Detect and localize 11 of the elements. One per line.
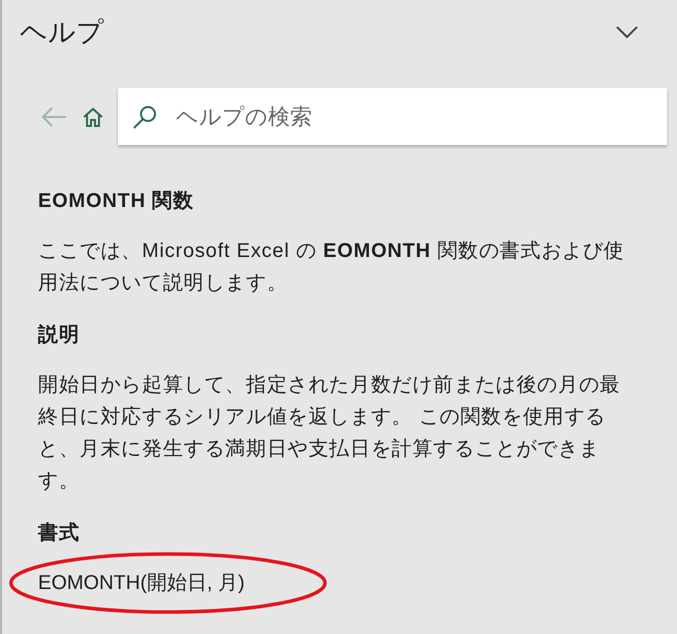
- pane-title: ヘルプ: [20, 16, 104, 49]
- search-field[interactable]: ヘルプの検索: [118, 88, 667, 145]
- chevron-down-icon[interactable]: [615, 25, 639, 39]
- section-heading: 説明: [38, 323, 81, 348]
- section-heading: 書式: [38, 521, 81, 546]
- intro-paragraph: ここでは、Microsoft Excel の EOMONTH 関数の書式および使用法について説明します。: [38, 239, 626, 296]
- section-paragraph: 開始日から起算して、指定された月数だけ前または後の月の最終日に対応するシリアル値を返します。 この関数を使用すると、月末に発生する満期日や支払日を計算することができます。: [38, 373, 622, 494]
- syntax-text: EOMONTH(開始日, 月): [38, 572, 245, 594]
- home-icon[interactable]: [82, 106, 104, 128]
- article-title: EOMONTH 関数: [38, 189, 195, 214]
- search-icon: [132, 104, 158, 130]
